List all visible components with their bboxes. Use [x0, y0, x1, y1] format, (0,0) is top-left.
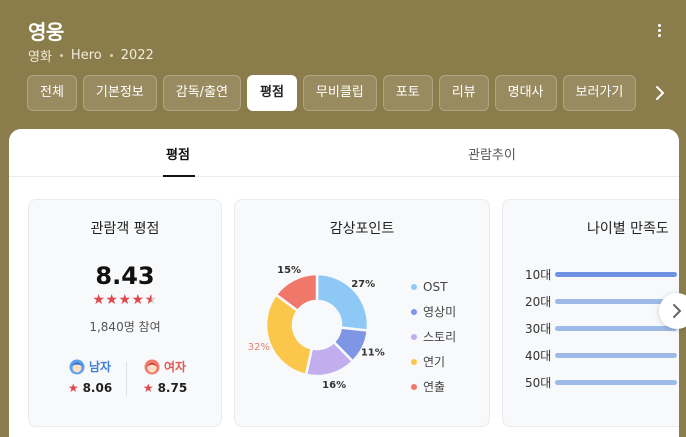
- male-score: 8.06: [82, 381, 113, 395]
- appreciation-points-card: 감상포인트 27% 11% 16% 32% 15% OST 영상미 스토리 연기 연출: [234, 199, 490, 427]
- legend-item: OST: [411, 274, 456, 299]
- chevron-right-icon: [673, 304, 682, 318]
- female-rating: 여자 ★ 8.75: [135, 358, 195, 395]
- legend-label: OST: [423, 279, 448, 294]
- chart-legend: OST 영상미 스토리 연기 연출: [411, 274, 456, 399]
- section-tabs: 전체 기본정보 감독/출연 평점 무비클립 포토 리뷰 명대사 보러가기: [27, 75, 642, 111]
- legend-dot: [411, 308, 417, 315]
- star-icon: ★: [67, 381, 79, 395]
- star-rating: ★★★★★: [29, 292, 221, 308]
- star-icon: ★: [92, 292, 106, 308]
- star-icon: ★: [142, 381, 154, 395]
- age-row: 30대: [525, 320, 677, 336]
- legend-item: 영상미: [411, 299, 456, 324]
- tab-watch[interactable]: 보러가기: [562, 75, 637, 111]
- chevron-right-icon[interactable]: [654, 84, 666, 102]
- subtab-bar: 평점 관람추이: [9, 129, 679, 177]
- movie-year: 2022: [120, 48, 154, 63]
- age-label: 50대: [525, 375, 552, 390]
- female-avatar-icon: [144, 359, 160, 374]
- legend-label: 연기: [423, 355, 446, 369]
- legend-item: 연출: [411, 374, 456, 399]
- more-options-icon[interactable]: [654, 24, 664, 42]
- age-label: 30대: [525, 321, 552, 336]
- legend-item: 연기: [411, 349, 456, 374]
- age-label: 20대: [525, 294, 552, 309]
- age-bar: [555, 352, 677, 358]
- donut-label-연출: 15%: [277, 265, 301, 276]
- male-avatar-icon: [69, 359, 85, 374]
- age-label: 40대: [525, 348, 552, 363]
- movie-header: 영웅 영화 Hero 2022 전체 기본정보 감독/출연 평점 무비클립 포토…: [0, 0, 686, 130]
- audience-score: 8.43: [95, 262, 155, 290]
- star-icon: ★: [131, 292, 145, 308]
- donut-label-OST: 27%: [351, 279, 375, 290]
- legend-label: 연출: [423, 380, 446, 394]
- meta-separator: [109, 54, 113, 57]
- donut-label-연기: 32%: [248, 342, 270, 353]
- donut-label-스토리: 16%: [322, 380, 346, 391]
- tab-basic-info[interactable]: 기본정보: [82, 75, 157, 111]
- tab-ratings[interactable]: 평점: [247, 75, 297, 111]
- legend-dot: [411, 358, 417, 365]
- movie-english-title: Hero: [70, 48, 102, 63]
- carousel-next-button[interactable]: [659, 293, 686, 329]
- active-subtab-indicator: [163, 175, 195, 177]
- legend-dot: [411, 333, 417, 340]
- subtab-audience-trend[interactable]: 관람추이: [468, 144, 516, 163]
- legend-dot: [411, 383, 417, 390]
- age-satisfaction-title: 나이별 만족도: [587, 221, 669, 237]
- male-label: 남자: [88, 360, 112, 374]
- male-rating: 남자 ★ 8.06: [60, 358, 120, 395]
- age-row: 20대: [525, 293, 677, 309]
- legend-item: 스토리: [411, 324, 456, 349]
- female-score: 8.75: [157, 381, 188, 395]
- age-satisfaction-card: 나이별 만족도 10대 20대 30대 40대 50대: [502, 199, 679, 427]
- half-star-icon: ★: [144, 292, 158, 308]
- tab-photos[interactable]: 포토: [382, 75, 433, 111]
- age-row: 10대: [525, 266, 677, 282]
- donut-label-영상미: 11%: [361, 348, 385, 359]
- movie-category: 영화: [28, 50, 52, 65]
- age-bar: [555, 271, 677, 277]
- legend-label: 스토리: [423, 330, 457, 344]
- tab-quotes[interactable]: 명대사: [494, 75, 557, 111]
- gender-divider: [126, 362, 127, 396]
- star-icon: ★: [105, 292, 119, 308]
- tab-movie-clips[interactable]: 무비클립: [302, 75, 377, 111]
- ratings-panel: 평점 관람추이 관람객 평점 8.43 ★★★★★ 1,840명 참여 남자 ★…: [9, 129, 679, 437]
- tab-cast[interactable]: 감독/출연: [162, 75, 241, 111]
- meta-separator: [59, 54, 63, 57]
- participant-count: 1,840명 참여: [89, 320, 161, 334]
- star-icon: ★: [118, 292, 132, 308]
- age-label: 10대: [525, 267, 552, 282]
- tab-all[interactable]: 전체: [27, 75, 77, 111]
- movie-meta: 영화 Hero 2022: [28, 46, 154, 65]
- age-row: 50대: [525, 374, 677, 390]
- subtab-ratings[interactable]: 평점: [166, 144, 190, 163]
- movie-title: 영웅: [28, 20, 64, 44]
- audience-rating-title: 관람객 평점: [90, 221, 160, 237]
- age-row: 40대: [525, 347, 677, 363]
- legend-label: 영상미: [423, 305, 457, 319]
- audience-rating-card: 관람객 평점 8.43 ★★★★★ 1,840명 참여 남자 ★ 8.06 여자…: [28, 199, 222, 427]
- legend-dot: [411, 283, 417, 290]
- donut-slice-연기: [264, 292, 314, 377]
- female-label: 여자: [163, 360, 187, 374]
- appreciation-points-title: 감상포인트: [329, 221, 395, 237]
- age-bar: [555, 379, 677, 385]
- appreciation-donut-chart: 27% 11% 16% 32% 15%: [248, 265, 385, 391]
- tab-reviews[interactable]: 리뷰: [438, 75, 489, 111]
